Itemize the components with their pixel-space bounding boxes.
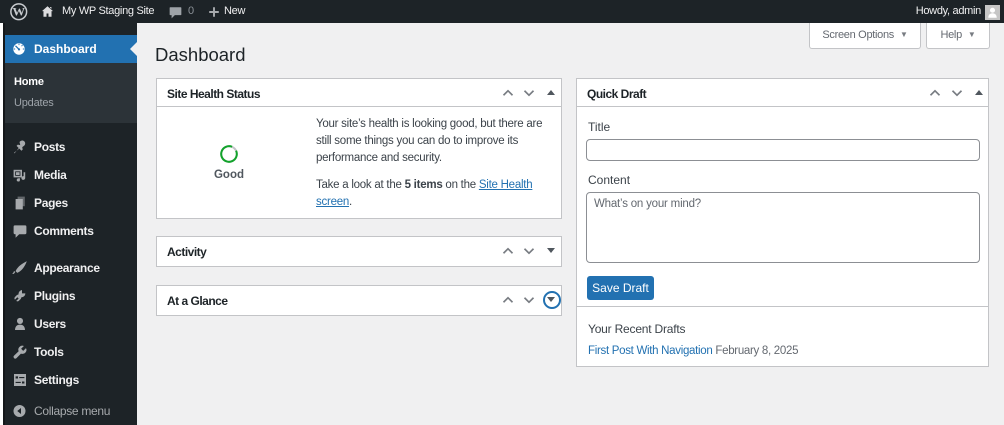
svg-text:W: W — [12, 5, 25, 18]
